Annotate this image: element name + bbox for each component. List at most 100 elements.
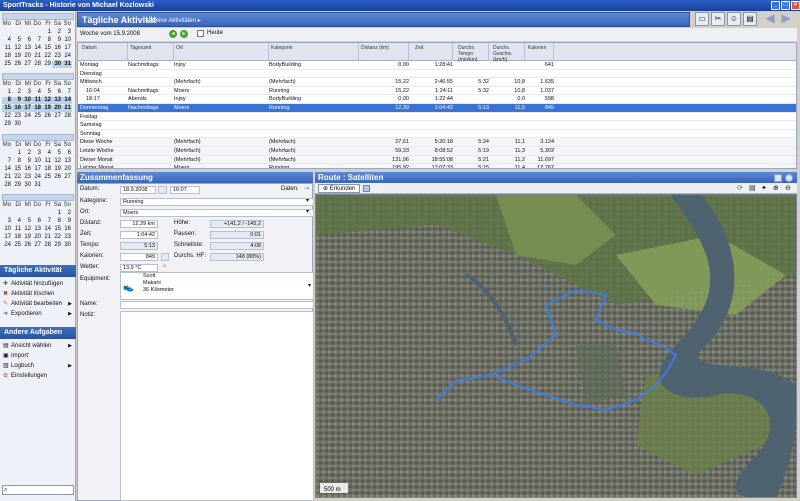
print-icon[interactable]: ▤ [749,184,756,192]
location-select[interactable]: Moers [120,209,314,217]
table-row[interactable]: Mittwoch (Mehrfach) (Mehrfach) 15,22 2:46:55… [78,78,796,87]
column-header[interactable]: Distanz (km) [359,43,409,61]
map-collapse-button[interactable] [785,174,793,182]
calendar-day[interactable]: 6 [32,218,42,225]
today-button[interactable]: Heute [207,30,223,36]
calendar-day[interactable]: 26 [42,113,52,120]
calendar-day[interactable]: 26 [52,174,62,181]
calendar-day[interactable]: 2 [62,210,72,217]
view-toggle-button[interactable]: ▭ [695,12,709,26]
table-row[interactable]: Letzter Monat Moers Running 195,92 17:07:33 5… [78,164,796,168]
date-field[interactable]: 18.9.2008 [120,186,156,194]
calendar-header[interactable] [2,134,74,141]
calories-field[interactable]: 849 [120,253,158,261]
calendar-day[interactable]: 12 [22,226,32,233]
calendar-day[interactable]: 22 [42,53,52,60]
calendar-day[interactable]: 14 [32,45,42,52]
calendar-header[interactable] [2,194,74,201]
calendar-day[interactable]: 16 [52,45,62,52]
edit-activity-item[interactable]: ✎ Aktivität bearbeiten ▶ [2,299,74,309]
calendar-day[interactable]: 17 [62,45,72,52]
calendar-icon[interactable] [158,186,167,194]
map-canvas[interactable]: 500 m [316,195,796,497]
calendar-day[interactable]: 6 [22,37,32,44]
calendar-day[interactable]: 23 [62,234,72,241]
calendar-day[interactable]: 15 [52,226,62,233]
calendar-day[interactable]: 23 [52,53,62,60]
calendar-day[interactable]: 7 [62,89,72,96]
add-activity-item[interactable]: ✚ Aktivität hinzufügen [2,279,74,289]
calendar-day[interactable]: 24 [62,53,72,60]
column-header[interactable]: Durchs. Geschw. (km/h) [491,43,525,63]
calendar-day[interactable]: 9 [62,218,72,225]
distance-field[interactable]: 12,39 km [120,220,158,228]
breadcrumb[interactable]: ▸ Meine Aktivitäten ▸ [146,17,201,24]
calendar-day[interactable]: 22 [52,234,62,241]
import-item[interactable]: ▣ Import [2,351,74,361]
calendar-day[interactable]: 19 [12,53,22,60]
calendar-day[interactable]: 23 [22,174,32,181]
calendar-day[interactable]: 3 [62,29,72,36]
calendar-day[interactable]: 26 [12,61,22,68]
calendar-day[interactable]: 4 [12,218,22,225]
chevron-down-icon[interactable]: ▾ [306,208,309,217]
duration-field[interactable]: 1:04:42 [120,231,158,239]
column-header[interactable]: Kalorien [526,43,554,61]
calendar-day[interactable]: 13 [32,226,42,233]
calendar-day[interactable]: 16 [62,226,72,233]
calendar-day[interactable]: 12 [12,45,22,52]
table-row[interactable]: 16:04 Nachmittags Moers Running 15,22 1:24:11… [78,87,796,96]
calendar-month-2[interactable]: Mo Di Mi Do Fr Sa So 1 2 3 4 5 6 7 8 9 10 11 12 13 14 15 16 17 1… [2,73,74,128]
equipment-list[interactable]: 👟 Scott Makani 36 Kilometer ▾ [120,272,314,300]
calendar-day[interactable]: 4 [2,37,12,44]
calendar-day[interactable]: 13 [22,45,32,52]
calendar-day[interactable]: 25 [12,242,22,249]
calendar-day[interactable]: 25 [32,113,42,120]
calendar-day[interactable]: 15 [2,105,12,112]
calendar-day[interactable]: 9 [52,37,62,44]
clipboard-icon[interactable]: ▤ [743,12,757,26]
calendar-day[interactable]: 18 [32,105,42,112]
calendar-day[interactable]: 8 [2,97,12,104]
calendar-day[interactable]: 1 [52,210,62,217]
next-week-button[interactable]: ▸ [180,30,188,38]
calendar-month-4[interactable]: Mo Di Mi Do Fr Sa So 1 2 3 4 5 6 7 8 9 10 11 12 13 14 15 16 17 1… [2,194,74,249]
prev-week-button[interactable]: ◂ [169,30,177,38]
minimize-button[interactable]: _ [771,1,780,10]
explore-tab[interactable]: ⊕ Erkunden [318,184,361,193]
calendar-day[interactable]: 21 [2,174,12,181]
refresh-icon[interactable]: ⟳ [737,184,743,192]
table-row[interactable]: Dienstag [78,70,796,79]
calendar-day[interactable]: 5 [52,150,62,157]
calendar-day[interactable]: 29 [12,182,22,189]
calendar-day[interactable]: 7 [32,37,42,44]
search-input[interactable]: ⌕ [2,485,74,495]
column-header[interactable]: Kategorie [269,43,359,61]
calendar-day[interactable]: 14 [2,166,12,173]
calendar-month-1[interactable]: Mo Di Mi Do Fr Sa So 1 2 3 4 5 6 7 8 9 10 11 12 13 14 15 16 17 1… [2,13,74,68]
table-row[interactable]: Diese Woche (Mehrfach) (Mehrfach) 27,61 5:20… [78,138,796,147]
calendar-day[interactable]: 16 [22,166,32,173]
table-row[interactable]: Donnerstag Nachmittags Moers Running 12,39 1:… [78,103,796,113]
column-header[interactable]: Datum [80,43,128,61]
calendar-day[interactable]: 5 [42,89,52,96]
weather-field[interactable]: 13,9 °C [120,264,158,272]
table-row[interactable]: Dieser Monat (Mehrfach) (Mehrfach) 131,06 18… [78,155,796,165]
calendar-day[interactable]: 29 [42,61,52,68]
calendar-day[interactable]: 11 [12,226,22,233]
calendar-day[interactable]: 10 [32,158,42,165]
column-header[interactable]: Zeit [413,43,453,61]
calendar-day[interactable]: 12 [42,97,52,104]
calendar-header[interactable] [2,73,74,80]
zoom-in-icon[interactable]: ⊕ [773,184,779,192]
user-icon[interactable]: ☺ [727,12,741,26]
calendar-day[interactable]: 21 [62,105,72,112]
map-options-button[interactable] [774,174,782,182]
notes-textarea[interactable] [120,311,314,501]
calendar-day[interactable]: 1 [12,150,22,157]
calendar-day[interactable]: 3 [22,89,32,96]
calendar-day[interactable]: 8 [52,218,62,225]
calendar-day[interactable]: 11 [42,158,52,165]
calendar-day[interactable]: 5 [12,37,22,44]
table-row[interactable]: Sonntag [78,130,796,139]
